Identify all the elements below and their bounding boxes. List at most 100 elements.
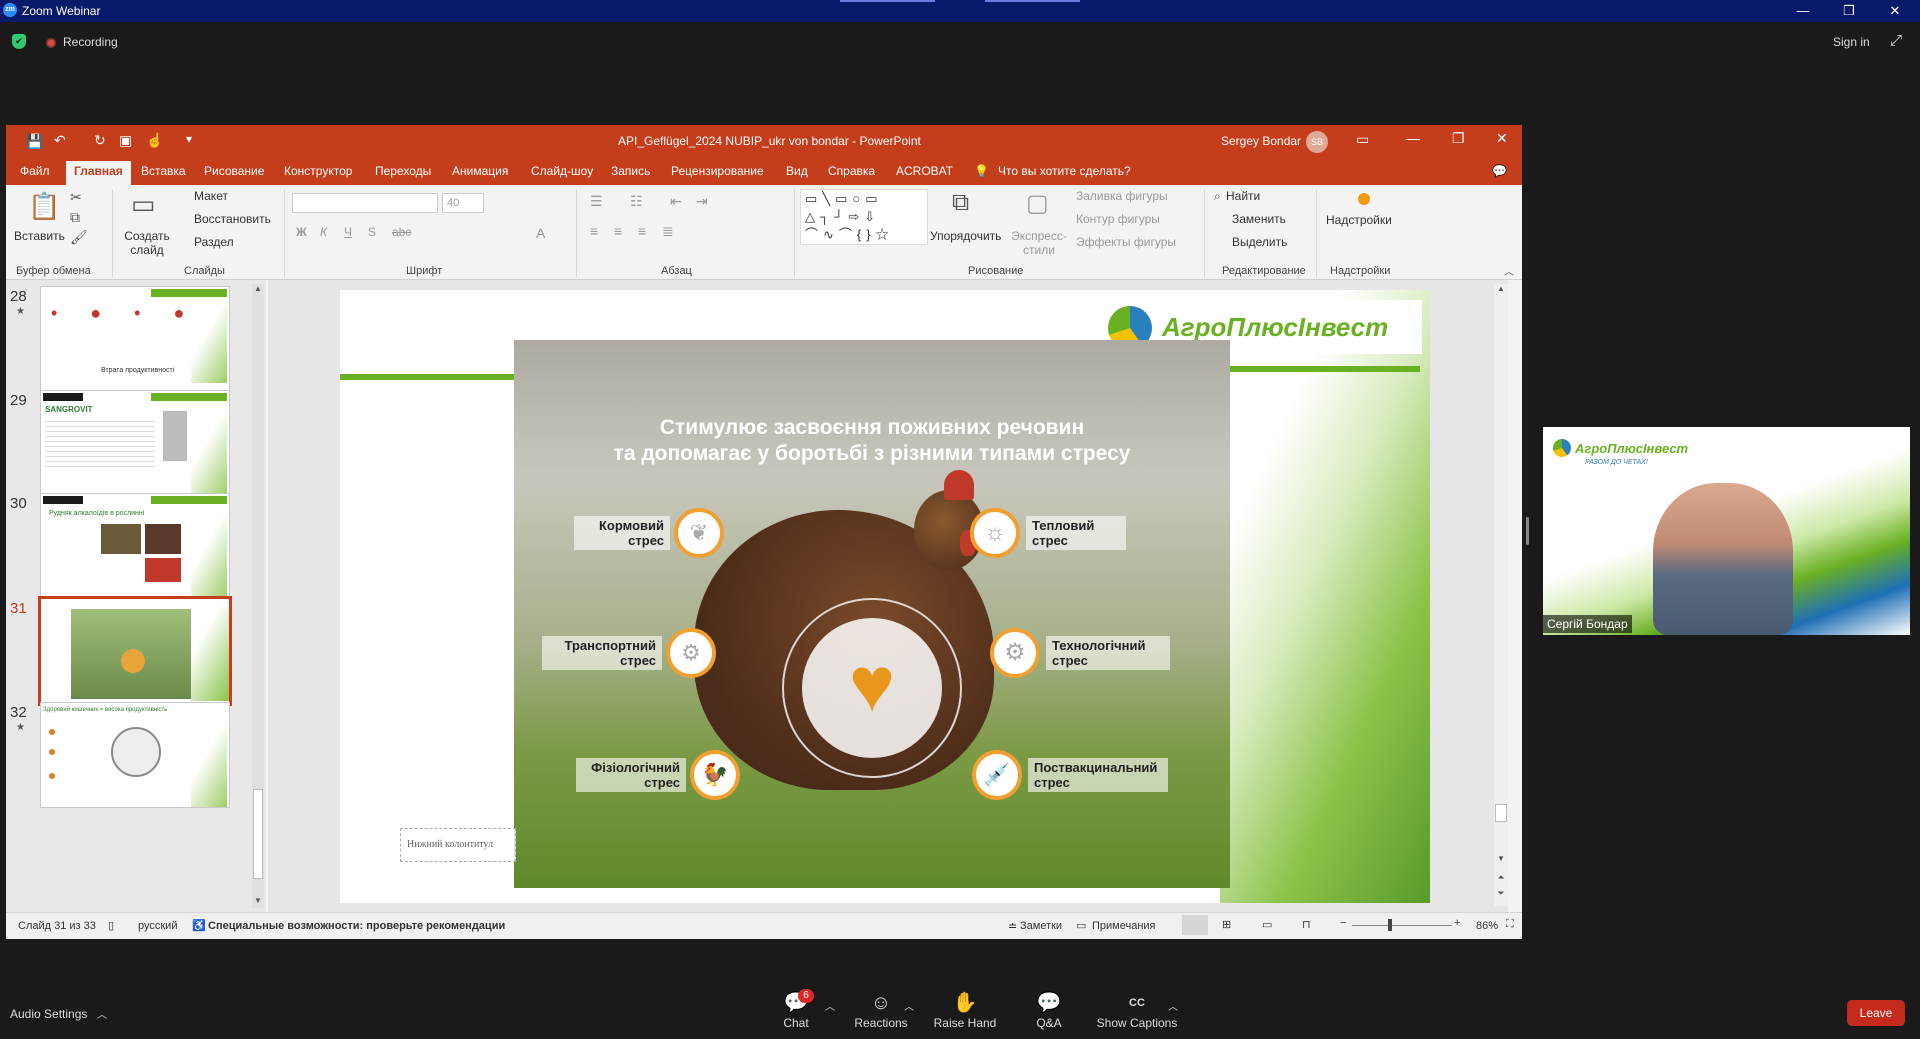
quick-styles-button[interactable]: Экспресс-стили <box>1010 229 1068 257</box>
chat-button[interactable]: 💬 Chat <box>770 990 822 1030</box>
undo-icon[interactable]: ↶ <box>54 132 66 149</box>
underline-icon[interactable]: Ч <box>344 225 352 239</box>
save-icon[interactable]: 💾 <box>26 133 43 150</box>
restore-icon[interactable]: ❐ <box>1452 130 1465 147</box>
close-icon[interactable]: ✕ <box>1496 130 1508 147</box>
bullets-icon[interactable]: ☰ <box>590 193 603 210</box>
avatar[interactable]: SB <box>1306 131 1328 153</box>
addins-button[interactable]: Надстройки <box>1326 213 1392 227</box>
sign-in-link[interactable]: Sign in <box>1833 35 1870 49</box>
reactions-button[interactable]: ☺ Reactions <box>850 990 912 1030</box>
raise-hand-button[interactable]: ✋ Raise Hand <box>930 990 1000 1030</box>
notes-button[interactable]: Заметки <box>1020 920 1062 932</box>
restore-icon[interactable]: ❐ <box>1826 0 1872 22</box>
arrange-button[interactable]: Упорядочить <box>930 229 1001 243</box>
chevron-up-icon[interactable]: ︿ <box>904 998 914 1013</box>
tab-slideshow[interactable]: Слайд-шоу <box>531 164 593 178</box>
next-slide-icon[interactable]: ⏷ <box>1494 888 1508 899</box>
tab-draw[interactable]: Рисование <box>204 164 264 178</box>
tab-file[interactable]: Файл <box>20 164 50 178</box>
spellcheck-icon[interactable]: ▯ <box>108 919 114 932</box>
reading-view-icon[interactable]: ▭ <box>1262 918 1272 931</box>
thumbnail-slide-32[interactable]: Здоровий кишечник = висока продуктивніст… <box>40 702 230 808</box>
align-right-icon[interactable]: ≡ <box>638 223 646 239</box>
tab-animations[interactable]: Анимация <box>452 164 508 178</box>
tab-review[interactable]: Рецензирование <box>671 164 764 178</box>
scroll-thumb[interactable] <box>1495 804 1507 822</box>
thumbnail-slide-28[interactable]: • ● • ● Втрата продуктивності <box>40 286 230 392</box>
increase-indent-icon[interactable]: ⇥ <box>696 193 708 210</box>
align-left-icon[interactable]: ≡ <box>590 223 598 239</box>
font-size-field[interactable]: 40 <box>442 193 484 213</box>
italic-icon[interactable]: К <box>320 225 327 239</box>
arrange-icon[interactable]: ⧉ <box>952 189 969 217</box>
fit-slide-icon[interactable]: ⛶ <box>1506 918 1514 931</box>
select-button[interactable]: Выделить <box>1232 235 1287 249</box>
new-slide-button[interactable]: Создать слайд <box>122 229 172 257</box>
qa-button[interactable]: 💬 Q&A <box>1024 990 1074 1030</box>
chevron-up-icon[interactable]: ︿ <box>825 998 835 1013</box>
find-button[interactable]: Найти <box>1226 189 1260 203</box>
paste-icon[interactable]: 📋 <box>28 191 60 222</box>
speaker-video[interactable]: АгроПлюсІнвест РАЗОМ ДО ЧЕТАХ! Сергій Бо… <box>1543 427 1910 635</box>
strikethrough-icon[interactable]: abc <box>392 225 411 239</box>
scroll-thumb[interactable] <box>253 789 263 879</box>
justify-icon[interactable]: ≣ <box>662 223 674 240</box>
footer-placeholder[interactable]: Нижний колонтитул <box>400 828 516 862</box>
font-color-icon[interactable]: A <box>536 225 545 241</box>
shield-icon[interactable]: ✔ <box>12 34 26 49</box>
canvas-scrollbar[interactable]: ▲ ▼ ⏶ ⏷ <box>1494 284 1508 906</box>
layout-button[interactable]: Макет <box>194 189 228 203</box>
zoom-in-icon[interactable]: + <box>1454 917 1460 929</box>
paste-button[interactable]: Вставить <box>14 229 65 243</box>
redo-icon[interactable]: ↻ <box>94 132 106 149</box>
shape-effects-button[interactable]: Эффекты фигуры <box>1076 235 1176 249</box>
align-center-icon[interactable]: ≡ <box>614 223 622 239</box>
zoom-out-icon[interactable]: − <box>1340 917 1346 929</box>
zoom-slider[interactable] <box>1352 925 1452 926</box>
current-slide[interactable]: АгроПлюсІнвест Стимулює засвоєння поживн… <box>340 290 1430 903</box>
collapse-ribbon-icon[interactable]: ︿ <box>1504 263 1514 278</box>
fullscreen-icon[interactable]: ⤢ <box>1890 32 1902 49</box>
accessibility-status[interactable]: Специальные возможности: проверьте реком… <box>208 920 505 932</box>
decrease-indent-icon[interactable]: ⇤ <box>670 193 682 210</box>
chevron-up-icon[interactable]: ︿ <box>97 1006 107 1021</box>
tab-design[interactable]: Конструктор <box>284 164 352 178</box>
language-indicator[interactable]: русский <box>138 920 177 932</box>
tab-insert[interactable]: Вставка <box>141 164 186 178</box>
normal-view-icon[interactable] <box>1182 915 1208 935</box>
thumbnail-slide-30[interactable]: Рудняк алкалоїдів в рослинні <box>40 493 230 599</box>
minimize-icon[interactable]: — <box>1780 0 1826 22</box>
scroll-down-icon[interactable]: ▼ <box>1494 854 1508 863</box>
tab-view[interactable]: Вид <box>786 164 808 178</box>
shadow-icon[interactable]: S <box>368 225 376 239</box>
tab-transitions[interactable]: Переходы <box>375 164 431 178</box>
bold-icon[interactable]: Ж <box>296 225 307 239</box>
slide-sorter-icon[interactable]: ⊞ <box>1222 918 1231 931</box>
previous-slide-icon[interactable]: ⏶ <box>1494 872 1508 883</box>
comments-button[interactable]: Примечания <box>1092 920 1156 932</box>
tab-record[interactable]: Запись <box>611 164 650 178</box>
numbering-icon[interactable]: ☷ <box>630 193 643 210</box>
scroll-up-icon[interactable]: ▲ <box>252 284 264 296</box>
shapes-gallery[interactable]: ▭╲▭○▭ △┐┘⇨⇩ ⌒∿⌒{}☆ <box>800 189 928 245</box>
audio-settings-button[interactable]: Audio Settings <box>10 1007 87 1021</box>
user-name[interactable]: Sergey Bondar <box>1221 134 1301 148</box>
zoom-level[interactable]: 86% <box>1476 920 1498 932</box>
close-icon[interactable]: ✕ <box>1872 0 1918 22</box>
thumbnail-slide-29[interactable]: SANGROVIT <box>40 390 230 496</box>
tab-acrobat[interactable]: ACROBAT <box>896 164 953 178</box>
tab-home[interactable]: Главная <box>66 161 131 185</box>
scroll-down-icon[interactable]: ▼ <box>252 896 264 908</box>
format-painter-icon[interactable]: 🖌 <box>70 229 88 246</box>
cut-icon[interactable]: ✂ <box>70 189 82 206</box>
leave-button[interactable]: Leave <box>1847 1000 1905 1026</box>
quick-styles-icon[interactable]: ▢ <box>1026 189 1049 218</box>
zoom-slider-thumb[interactable] <box>1388 919 1392 931</box>
panel-resize-handle[interactable] <box>1526 517 1529 545</box>
chevron-up-icon[interactable]: ︿ <box>1168 998 1178 1013</box>
shape-fill-button[interactable]: Заливка фигуры <box>1076 189 1168 203</box>
thumbnails-scrollbar[interactable]: ▲ ▼ <box>252 284 264 908</box>
new-slide-icon[interactable]: ▭ <box>131 189 156 220</box>
thumbnail-slide-31[interactable] <box>38 596 232 706</box>
